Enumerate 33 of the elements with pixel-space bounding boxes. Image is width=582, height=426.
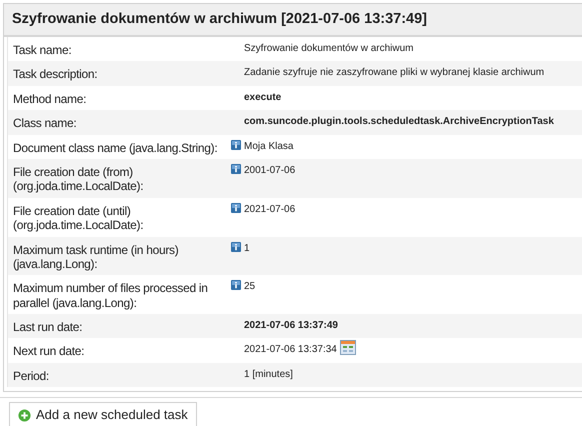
field-label: Maximum number of files processed in parallel (java.lang.Long): xyxy=(13,280,209,312)
info-icon xyxy=(231,202,241,213)
field-value: Moja Klasa xyxy=(244,140,294,154)
field-label: Last run date: xyxy=(13,319,84,336)
field-value: execute xyxy=(244,90,282,105)
field-label: Class name: xyxy=(13,115,78,132)
field-label: File creation date (until) (org.joda.time.LocalDate): xyxy=(13,202,144,234)
field-value: 25 xyxy=(244,280,256,294)
field-label: Task description: xyxy=(13,66,98,84)
field-value: 2021-07-06 13:37:34 xyxy=(244,343,337,358)
field-label: File creation date (from) (org.joda.time.LocalDate): xyxy=(13,164,144,196)
info-icon xyxy=(231,140,241,150)
field-label: Maximum task runtime (in hours) (java.lang.Long): xyxy=(13,242,180,273)
add-task-button[interactable]: Add a new scheduled task xyxy=(9,402,197,426)
field-value: Zadanie szyfruje nie zaszyfrowane pliki w wybranej klasie archiwum xyxy=(244,66,544,80)
info-icon xyxy=(231,242,241,252)
field-value: 2021-07-06 13:37:49 xyxy=(244,319,338,334)
field-value: 2001-07-06 xyxy=(244,164,296,178)
field-value: 1 xyxy=(244,242,250,256)
info-icon xyxy=(231,280,241,290)
field-value: 2021-07-06 xyxy=(244,202,296,217)
field-label: Task name: xyxy=(13,42,72,59)
field-value: 1 [minutes] xyxy=(244,368,293,382)
field-label: Next run date: xyxy=(13,343,86,360)
calendar-icon[interactable] xyxy=(340,340,356,356)
info-icon xyxy=(231,164,241,174)
field-label: Period: xyxy=(13,368,50,385)
panel-title: Szyfrowanie dokumentów w archiwum [2021-07-06 13:37:49] xyxy=(12,10,427,29)
field-value: com.suncode.plugin.tools.scheduledtask.ArchiveEncryptionTask xyxy=(244,115,554,130)
add-icon xyxy=(18,408,31,422)
field-label: Document class name (java.lang.String): xyxy=(13,140,218,157)
field-label: Method name: xyxy=(13,90,88,108)
field-value: Szyfrowanie dokumentów w archiwum xyxy=(244,42,414,56)
